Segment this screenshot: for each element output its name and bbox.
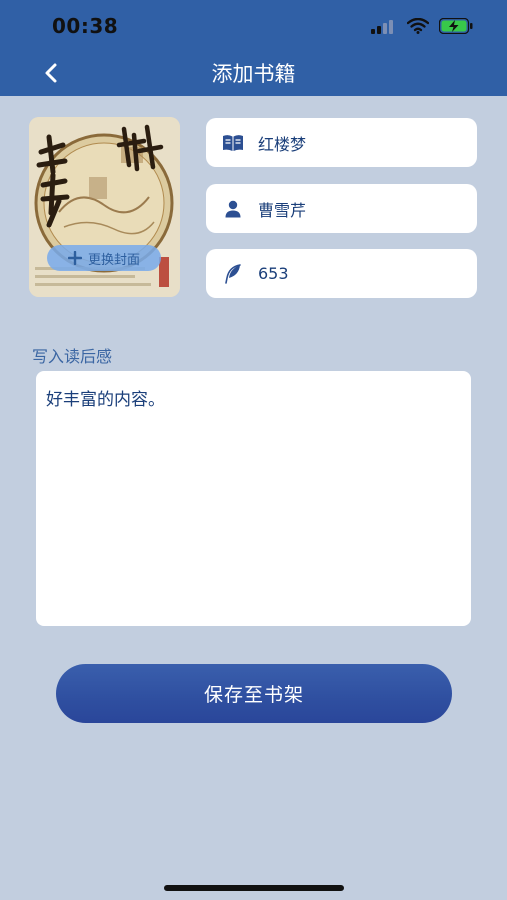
battery-charging-icon (438, 17, 473, 38)
home-indicator (164, 885, 344, 891)
change-cover-label: 更换封面 (87, 252, 140, 268)
author-field[interactable]: 曹雪芹 (206, 184, 477, 233)
feather-icon (222, 263, 244, 285)
review-textarea[interactable]: 好丰富的内容。 (36, 371, 471, 626)
save-to-shelf-button[interactable]: 保存至书架 (56, 664, 452, 723)
plus-icon (67, 251, 82, 265)
status-time: 00:38 (52, 14, 119, 38)
user-icon (222, 198, 244, 220)
book-cover[interactable]: 更换封面 (29, 117, 180, 297)
signal-icon (371, 18, 397, 38)
save-button-label: 保存至书架 (203, 684, 304, 706)
book-name-field[interactable]: 红楼梦 (206, 118, 477, 167)
system-icons (371, 17, 473, 38)
change-cover-button[interactable]: 更换封面 (47, 245, 161, 271)
review-label: 写入读后感 (32, 347, 113, 366)
wifi-icon (406, 17, 430, 38)
pages-field[interactable]: 653 (206, 249, 477, 298)
author-value: 曹雪芹 (258, 200, 307, 220)
pages-value: 653 (258, 264, 289, 283)
status-bar: 00:38 (0, 0, 507, 52)
book-icon (222, 132, 244, 154)
page-title: 添加书籍 (211, 62, 296, 86)
nav-bar: 添加书籍 (0, 52, 507, 96)
review-text: 好丰富的内容。 (46, 390, 165, 410)
book-name-value: 红楼梦 (258, 134, 307, 154)
